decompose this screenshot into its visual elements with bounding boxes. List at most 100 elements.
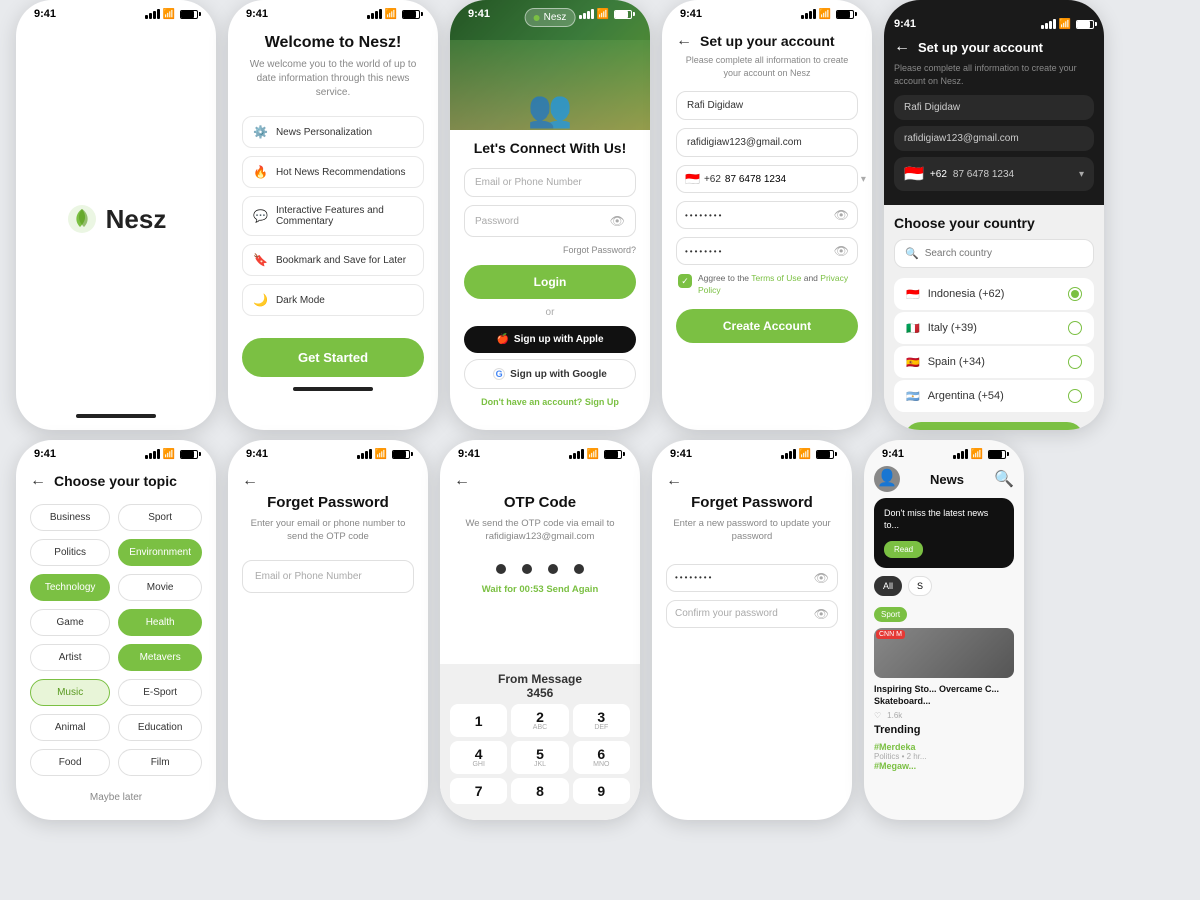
- forget-title: Forget Password: [242, 494, 414, 511]
- topic-sport[interactable]: Sport: [118, 504, 202, 531]
- key-5[interactable]: 5JKL: [511, 741, 568, 774]
- password-field-setup[interactable]: •••••••• 👁: [676, 201, 858, 229]
- signup-action[interactable]: Sign Up: [585, 397, 619, 407]
- topic-film[interactable]: Film: [118, 749, 202, 776]
- topic-food[interactable]: Food: [30, 749, 110, 776]
- key-3[interactable]: 3DEF: [573, 704, 630, 737]
- back-button-6[interactable]: ←: [30, 472, 46, 490]
- back-button-9[interactable]: ←: [666, 472, 682, 490]
- topic-game[interactable]: Game: [30, 609, 110, 636]
- country-item-indonesia[interactable]: 🇮🇩 Indonesia (+62): [894, 278, 1094, 310]
- forget-email-field[interactable]: Email or Phone Number: [242, 560, 414, 593]
- forget-subtitle: Enter your email or phone number to send…: [242, 517, 414, 544]
- send-again-link[interactable]: Send Again: [546, 584, 598, 595]
- confirm-password-field-2[interactable]: Confirm your password 👁: [666, 600, 838, 628]
- forgot-password-link[interactable]: Forgot Password?: [464, 245, 636, 255]
- personalization-icon: ⚙️: [253, 125, 268, 139]
- key-1[interactable]: 1: [450, 704, 507, 737]
- key-7[interactable]: 7: [450, 778, 507, 804]
- topic-business[interactable]: Business: [30, 504, 110, 531]
- country-item-argentina[interactable]: 🇦🇷 Argentina (+54): [894, 380, 1094, 412]
- feature-hot-news: 🔥 Hot News Recommendations: [242, 156, 424, 188]
- topic-movie[interactable]: Movie: [118, 574, 202, 601]
- status-time-6: 9:41: [34, 448, 56, 460]
- key-4[interactable]: 4GHI: [450, 741, 507, 774]
- radio-italy[interactable]: [1068, 321, 1082, 335]
- terms-checkbox[interactable]: ✓: [678, 274, 692, 288]
- phone-input-row[interactable]: 🇮🇩 +62 ▾: [676, 165, 858, 193]
- signup-link: Don't have an account? Sign Up: [464, 397, 636, 407]
- confirm-eye-icon[interactable]: 👁: [834, 244, 849, 258]
- create-account-button[interactable]: Create Account: [676, 309, 858, 343]
- topic-education[interactable]: Education: [118, 714, 202, 741]
- country-name-indonesia: Indonesia (+62): [928, 288, 1005, 300]
- password-eye-icon[interactable]: 👁: [834, 208, 849, 222]
- apple-signup-button[interactable]: 🍎 Sign up with Apple: [464, 326, 636, 353]
- topic-music[interactable]: Music: [30, 679, 110, 706]
- confirm-eye-icon-2[interactable]: 👁: [814, 607, 829, 621]
- topic-technology[interactable]: Technology: [30, 574, 110, 601]
- name-input[interactable]: [676, 91, 858, 120]
- topic-metavers[interactable]: Metavers: [118, 644, 202, 671]
- interactive-icon: 💬: [253, 209, 268, 223]
- filter-all[interactable]: All: [874, 576, 902, 596]
- country-search-input[interactable]: [925, 248, 1083, 259]
- battery-icon-3: [614, 10, 632, 19]
- confirm-password-field[interactable]: •••••••• 👁: [676, 237, 858, 265]
- radio-argentina[interactable]: [1068, 389, 1082, 403]
- key-9[interactable]: 9: [573, 778, 630, 804]
- topic-artist[interactable]: Artist: [30, 644, 110, 671]
- trending-tag-1[interactable]: #Merdeka: [874, 742, 1014, 752]
- otp-dot-2[interactable]: [522, 564, 532, 574]
- topic-politics[interactable]: Politics: [30, 539, 110, 566]
- page-subtitle-5: Please complete all information to creat…: [894, 62, 1094, 87]
- back-button-5[interactable]: ←: [894, 38, 910, 56]
- topic-health[interactable]: Health: [118, 609, 202, 636]
- email-input[interactable]: [676, 128, 858, 157]
- back-button-8[interactable]: ←: [454, 472, 470, 490]
- battery-icon: [180, 10, 198, 19]
- news-card-featured[interactable]: Don't miss the latest news to... Read: [874, 498, 1014, 568]
- country-search-box[interactable]: 🔍: [894, 239, 1094, 268]
- choose-button[interactable]: Choose: [904, 422, 1084, 430]
- country-list: 🇮🇩 Indonesia (+62) 🇮🇹 Italy (+39) 🇪🇸: [894, 278, 1094, 412]
- news-search-icon[interactable]: 🔍: [994, 469, 1014, 489]
- get-started-button[interactable]: Get Started: [242, 338, 424, 377]
- google-signup-button[interactable]: G Sign up with Google: [464, 359, 636, 389]
- screen-forget: 9:41 📶 ← Forget Password Enter your emai…: [228, 440, 428, 820]
- back-button-7[interactable]: ←: [242, 472, 258, 490]
- country-item-spain[interactable]: 🇪🇸 Spain (+34): [894, 346, 1094, 378]
- welcome-subtitle: We welcome you to the world of up to dat…: [242, 58, 424, 100]
- password-field[interactable]: Password 👁: [464, 205, 636, 237]
- new-password-field[interactable]: •••••••• 👁: [666, 564, 838, 592]
- key-6[interactable]: 6MNO: [573, 741, 630, 774]
- country-item-italy[interactable]: 🇮🇹 Italy (+39): [894, 312, 1094, 344]
- email-phone-field[interactable]: Email or Phone Number: [464, 168, 636, 197]
- maybe-later-link[interactable]: Maybe later: [16, 786, 216, 809]
- topic-environment[interactable]: Environnment: [118, 539, 202, 566]
- phone-number-input[interactable]: [725, 174, 857, 185]
- otp-dot-1[interactable]: [496, 564, 506, 574]
- status-time-9: 9:41: [670, 448, 692, 460]
- login-button[interactable]: Login: [464, 265, 636, 299]
- radio-indonesia[interactable]: [1068, 287, 1082, 301]
- topic-animal[interactable]: Animal: [30, 714, 110, 741]
- logo-text: Nesz: [106, 204, 167, 235]
- filter-sport[interactable]: S: [908, 576, 932, 596]
- phone-field-5[interactable]: 🇮🇩 +62 87 6478 1234 ▾: [894, 157, 1094, 191]
- back-button-4[interactable]: ←: [676, 32, 692, 50]
- topic-esport[interactable]: E-Sport: [118, 679, 202, 706]
- radio-spain[interactable]: [1068, 355, 1082, 369]
- read-button[interactable]: Read: [884, 541, 923, 558]
- otp-dot-4[interactable]: [574, 564, 584, 574]
- key-2[interactable]: 2ABC: [511, 704, 568, 737]
- screen-splash: 9:41 📶 Nesz: [16, 0, 216, 430]
- new-eye-icon[interactable]: 👁: [814, 571, 829, 585]
- key-8[interactable]: 8: [511, 778, 568, 804]
- trending-tag-2[interactable]: #Megaw...: [874, 761, 1014, 771]
- email-placeholder: Email or Phone Number: [475, 177, 582, 188]
- screen-country: 9:41 📶 ← Set up your account Please comp…: [884, 0, 1104, 430]
- terms-of-use-link[interactable]: Terms of Use: [751, 273, 801, 283]
- otp-dot-3[interactable]: [548, 564, 558, 574]
- eye-toggle-icon[interactable]: 👁: [610, 214, 625, 228]
